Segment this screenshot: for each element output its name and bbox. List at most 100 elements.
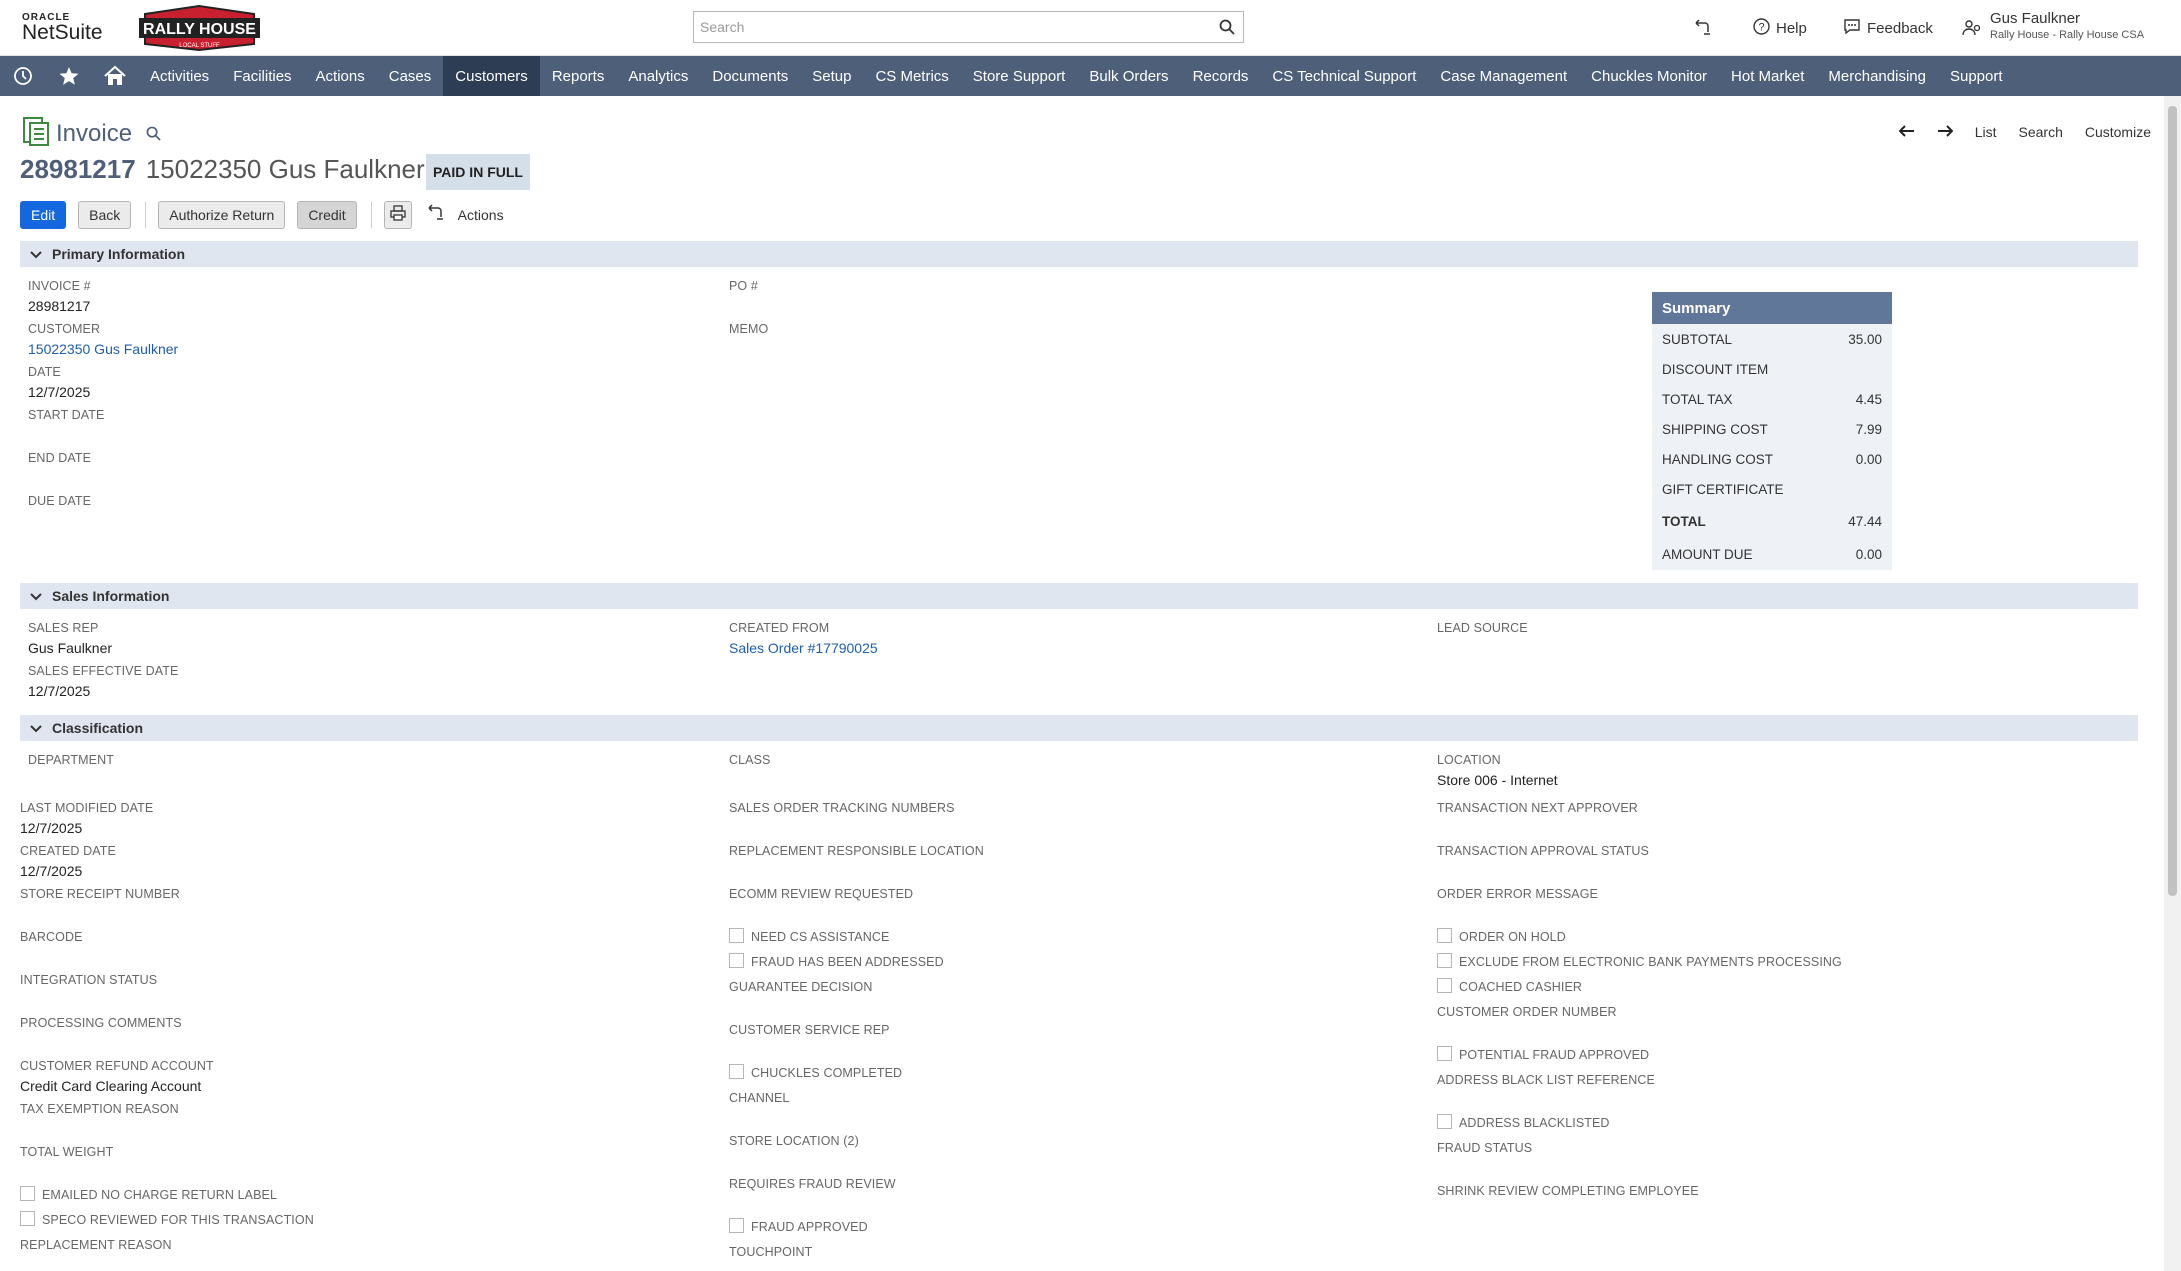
rally-house-logo[interactable]: RALLY HOUSE LOCAL STUFF bbox=[137, 4, 262, 52]
nav-cases[interactable]: Cases bbox=[377, 56, 444, 96]
role-switch-icon[interactable] bbox=[1962, 0, 1982, 56]
address-blacklist-reference-field: ADDRESS BLACK LIST REFERENCE bbox=[1437, 1073, 1655, 1087]
nav-cs-technical-support[interactable]: CS Technical Support bbox=[1260, 56, 1428, 96]
customize-link[interactable]: Customize bbox=[2085, 124, 2151, 140]
print-button[interactable] bbox=[383, 201, 412, 229]
requires-fraud-review-field: REQUIRES FRAUD REVIEW bbox=[729, 1177, 896, 1191]
nav-hot-market[interactable]: Hot Market bbox=[1719, 56, 1816, 96]
sales-effective-date-field: SALES EFFECTIVE DATE 12/7/2025 bbox=[28, 664, 178, 699]
credit-button[interactable]: Credit bbox=[297, 201, 357, 229]
nav-support[interactable]: Support bbox=[1938, 56, 2015, 96]
replacement-reason-field: REPLACEMENT REASON bbox=[20, 1238, 172, 1252]
chuckles-completed-checkbox[interactable]: CHUCKLES COMPLETED bbox=[729, 1062, 902, 1080]
section-classification[interactable]: Classification bbox=[20, 715, 2138, 741]
nav-bulk-orders[interactable]: Bulk Orders bbox=[1077, 56, 1180, 96]
summary-label: AMOUNT DUE bbox=[1662, 546, 1753, 562]
checkbox[interactable] bbox=[729, 1217, 744, 1233]
record-name: 15022350 Gus Faulkner bbox=[145, 154, 425, 184]
nav-case-management[interactable]: Case Management bbox=[1428, 56, 1579, 96]
recent-records-icon[interactable] bbox=[426, 203, 444, 227]
authorize-return-button[interactable]: Authorize Return bbox=[158, 201, 286, 229]
checkbox[interactable] bbox=[729, 952, 744, 968]
checkbox[interactable] bbox=[1437, 1113, 1452, 1129]
summary-label: SUBTOTAL bbox=[1662, 331, 1733, 347]
feedback-link[interactable]: Feedback bbox=[1843, 0, 1933, 56]
previous-arrow-icon[interactable] bbox=[1898, 124, 1915, 140]
list-link[interactable]: List bbox=[1975, 124, 1997, 140]
favorites-star-icon[interactable] bbox=[46, 56, 92, 96]
netsuite-label: NetSuite bbox=[22, 21, 103, 44]
field-label: END DATE bbox=[28, 451, 92, 465]
field-label: ADDRESS BLACK LIST REFERENCE bbox=[1437, 1073, 1655, 1087]
checkbox[interactable] bbox=[1437, 952, 1452, 968]
checkbox[interactable] bbox=[729, 1063, 744, 1079]
store-location-field: STORE LOCATION (2) bbox=[729, 1134, 859, 1148]
back-button[interactable]: Back bbox=[78, 201, 132, 229]
need-cs-assistance-checkbox[interactable]: NEED CS ASSISTANCE bbox=[729, 926, 889, 944]
checkbox[interactable] bbox=[1437, 1045, 1452, 1061]
help-link[interactable]: ? Help bbox=[1753, 0, 1807, 56]
nav-records[interactable]: Records bbox=[1181, 56, 1261, 96]
nav-actions[interactable]: Actions bbox=[304, 56, 377, 96]
nav-activities[interactable]: Activities bbox=[138, 56, 221, 96]
fraud-addressed-checkbox[interactable]: FRAUD HAS BEEN ADDRESSED bbox=[729, 951, 944, 969]
nav-documents[interactable]: Documents bbox=[700, 56, 800, 96]
section-sales-information[interactable]: Sales Information bbox=[20, 583, 2138, 609]
nav-merchandising[interactable]: Merchandising bbox=[1816, 56, 1938, 96]
recent-records-icon[interactable] bbox=[1693, 0, 1711, 56]
user-role: Rally House - Rally House CSA bbox=[1990, 29, 2145, 41]
global-search[interactable] bbox=[693, 11, 1244, 43]
checkbox[interactable] bbox=[20, 1185, 35, 1201]
search-icon[interactable] bbox=[1219, 19, 1235, 40]
actions-menu[interactable]: Actions bbox=[458, 207, 504, 223]
section-primary-information[interactable]: Primary Information bbox=[20, 241, 2138, 267]
address-blacklisted-checkbox[interactable]: ADDRESS BLACKLISTED bbox=[1437, 1112, 1610, 1130]
nav-reports[interactable]: Reports bbox=[540, 56, 617, 96]
search-icon[interactable] bbox=[146, 126, 161, 146]
summary-row-amount-due: AMOUNT DUE 0.00 bbox=[1652, 538, 1892, 570]
nav-facilities[interactable]: Facilities bbox=[221, 56, 303, 96]
checkbox[interactable] bbox=[20, 1210, 35, 1226]
potential-fraud-approved-checkbox[interactable]: POTENTIAL FRAUD APPROVED bbox=[1437, 1044, 1649, 1062]
exclude-ebp-checkbox[interactable]: EXCLUDE FROM ELECTRONIC BANK PAYMENTS PR… bbox=[1437, 951, 1842, 969]
edit-button[interactable]: Edit bbox=[20, 201, 67, 229]
checkbox[interactable] bbox=[1437, 927, 1452, 943]
created-from-link[interactable]: Sales Order #17790025 bbox=[729, 640, 878, 656]
next-arrow-icon[interactable] bbox=[1937, 124, 1954, 140]
order-on-hold-checkbox[interactable]: ORDER ON HOLD bbox=[1437, 926, 1566, 944]
top-header: ORACLE NetSuite RALLY HOUSE LOCAL STUFF … bbox=[0, 0, 2181, 56]
home-icon[interactable] bbox=[92, 56, 138, 96]
coached-cashier-checkbox[interactable]: COACHED CASHIER bbox=[1437, 976, 1582, 994]
summary-row-subtotal: SUBTOTAL 35.00 bbox=[1652, 324, 1892, 354]
store-receipt-field: STORE RECEIPT NUMBER bbox=[20, 887, 180, 901]
customer-link[interactable]: 15022350 Gus Faulkner bbox=[28, 341, 178, 357]
search-link[interactable]: Search bbox=[2019, 124, 2063, 140]
due-date-field: DUE DATE bbox=[28, 494, 91, 508]
fraud-approved-checkbox[interactable]: FRAUD APPROVED bbox=[729, 1216, 868, 1234]
netsuite-logo[interactable]: ORACLE NetSuite bbox=[22, 12, 112, 46]
nav-chuckles-monitor[interactable]: Chuckles Monitor bbox=[1579, 56, 1719, 96]
summary-label: TOTAL TAX bbox=[1662, 391, 1733, 407]
emailed-no-charge-checkbox[interactable]: EMAILED NO CHARGE RETURN LABEL bbox=[20, 1184, 277, 1202]
checkbox[interactable] bbox=[1437, 977, 1452, 993]
summary-label: HANDLING COST bbox=[1662, 451, 1774, 467]
nav-store-support[interactable]: Store Support bbox=[961, 56, 1078, 96]
user-menu[interactable]: Gus Faulkner Rally House - Rally House C… bbox=[1990, 10, 2144, 41]
checkbox[interactable] bbox=[729, 927, 744, 943]
svg-text:RALLY HOUSE: RALLY HOUSE bbox=[143, 21, 256, 38]
speco-reviewed-checkbox[interactable]: SPECO REVIEWED FOR THIS TRANSACTION bbox=[20, 1209, 314, 1227]
class-field: CLASS bbox=[729, 753, 771, 767]
field-label: INVOICE # bbox=[28, 279, 91, 293]
search-input[interactable] bbox=[694, 12, 1194, 42]
recent-history-icon[interactable] bbox=[0, 56, 46, 96]
vertical-scrollbar[interactable] bbox=[2164, 96, 2181, 1271]
nav-cs-metrics[interactable]: CS Metrics bbox=[863, 56, 960, 96]
summary-panel: Summary SUBTOTAL 35.00 DISCOUNT ITEM TOTA… bbox=[1652, 292, 1892, 570]
scrollbar-thumb[interactable] bbox=[2168, 106, 2177, 896]
nav-customers[interactable]: Customers bbox=[443, 56, 540, 96]
nav-setup[interactable]: Setup bbox=[800, 56, 863, 96]
nav-analytics[interactable]: Analytics bbox=[616, 56, 700, 96]
field-label: ORDER ON HOLD bbox=[1459, 930, 1566, 944]
field-label: POTENTIAL FRAUD APPROVED bbox=[1459, 1048, 1650, 1062]
summary-row-shipping: SHIPPING COST 7.99 bbox=[1652, 414, 1892, 444]
